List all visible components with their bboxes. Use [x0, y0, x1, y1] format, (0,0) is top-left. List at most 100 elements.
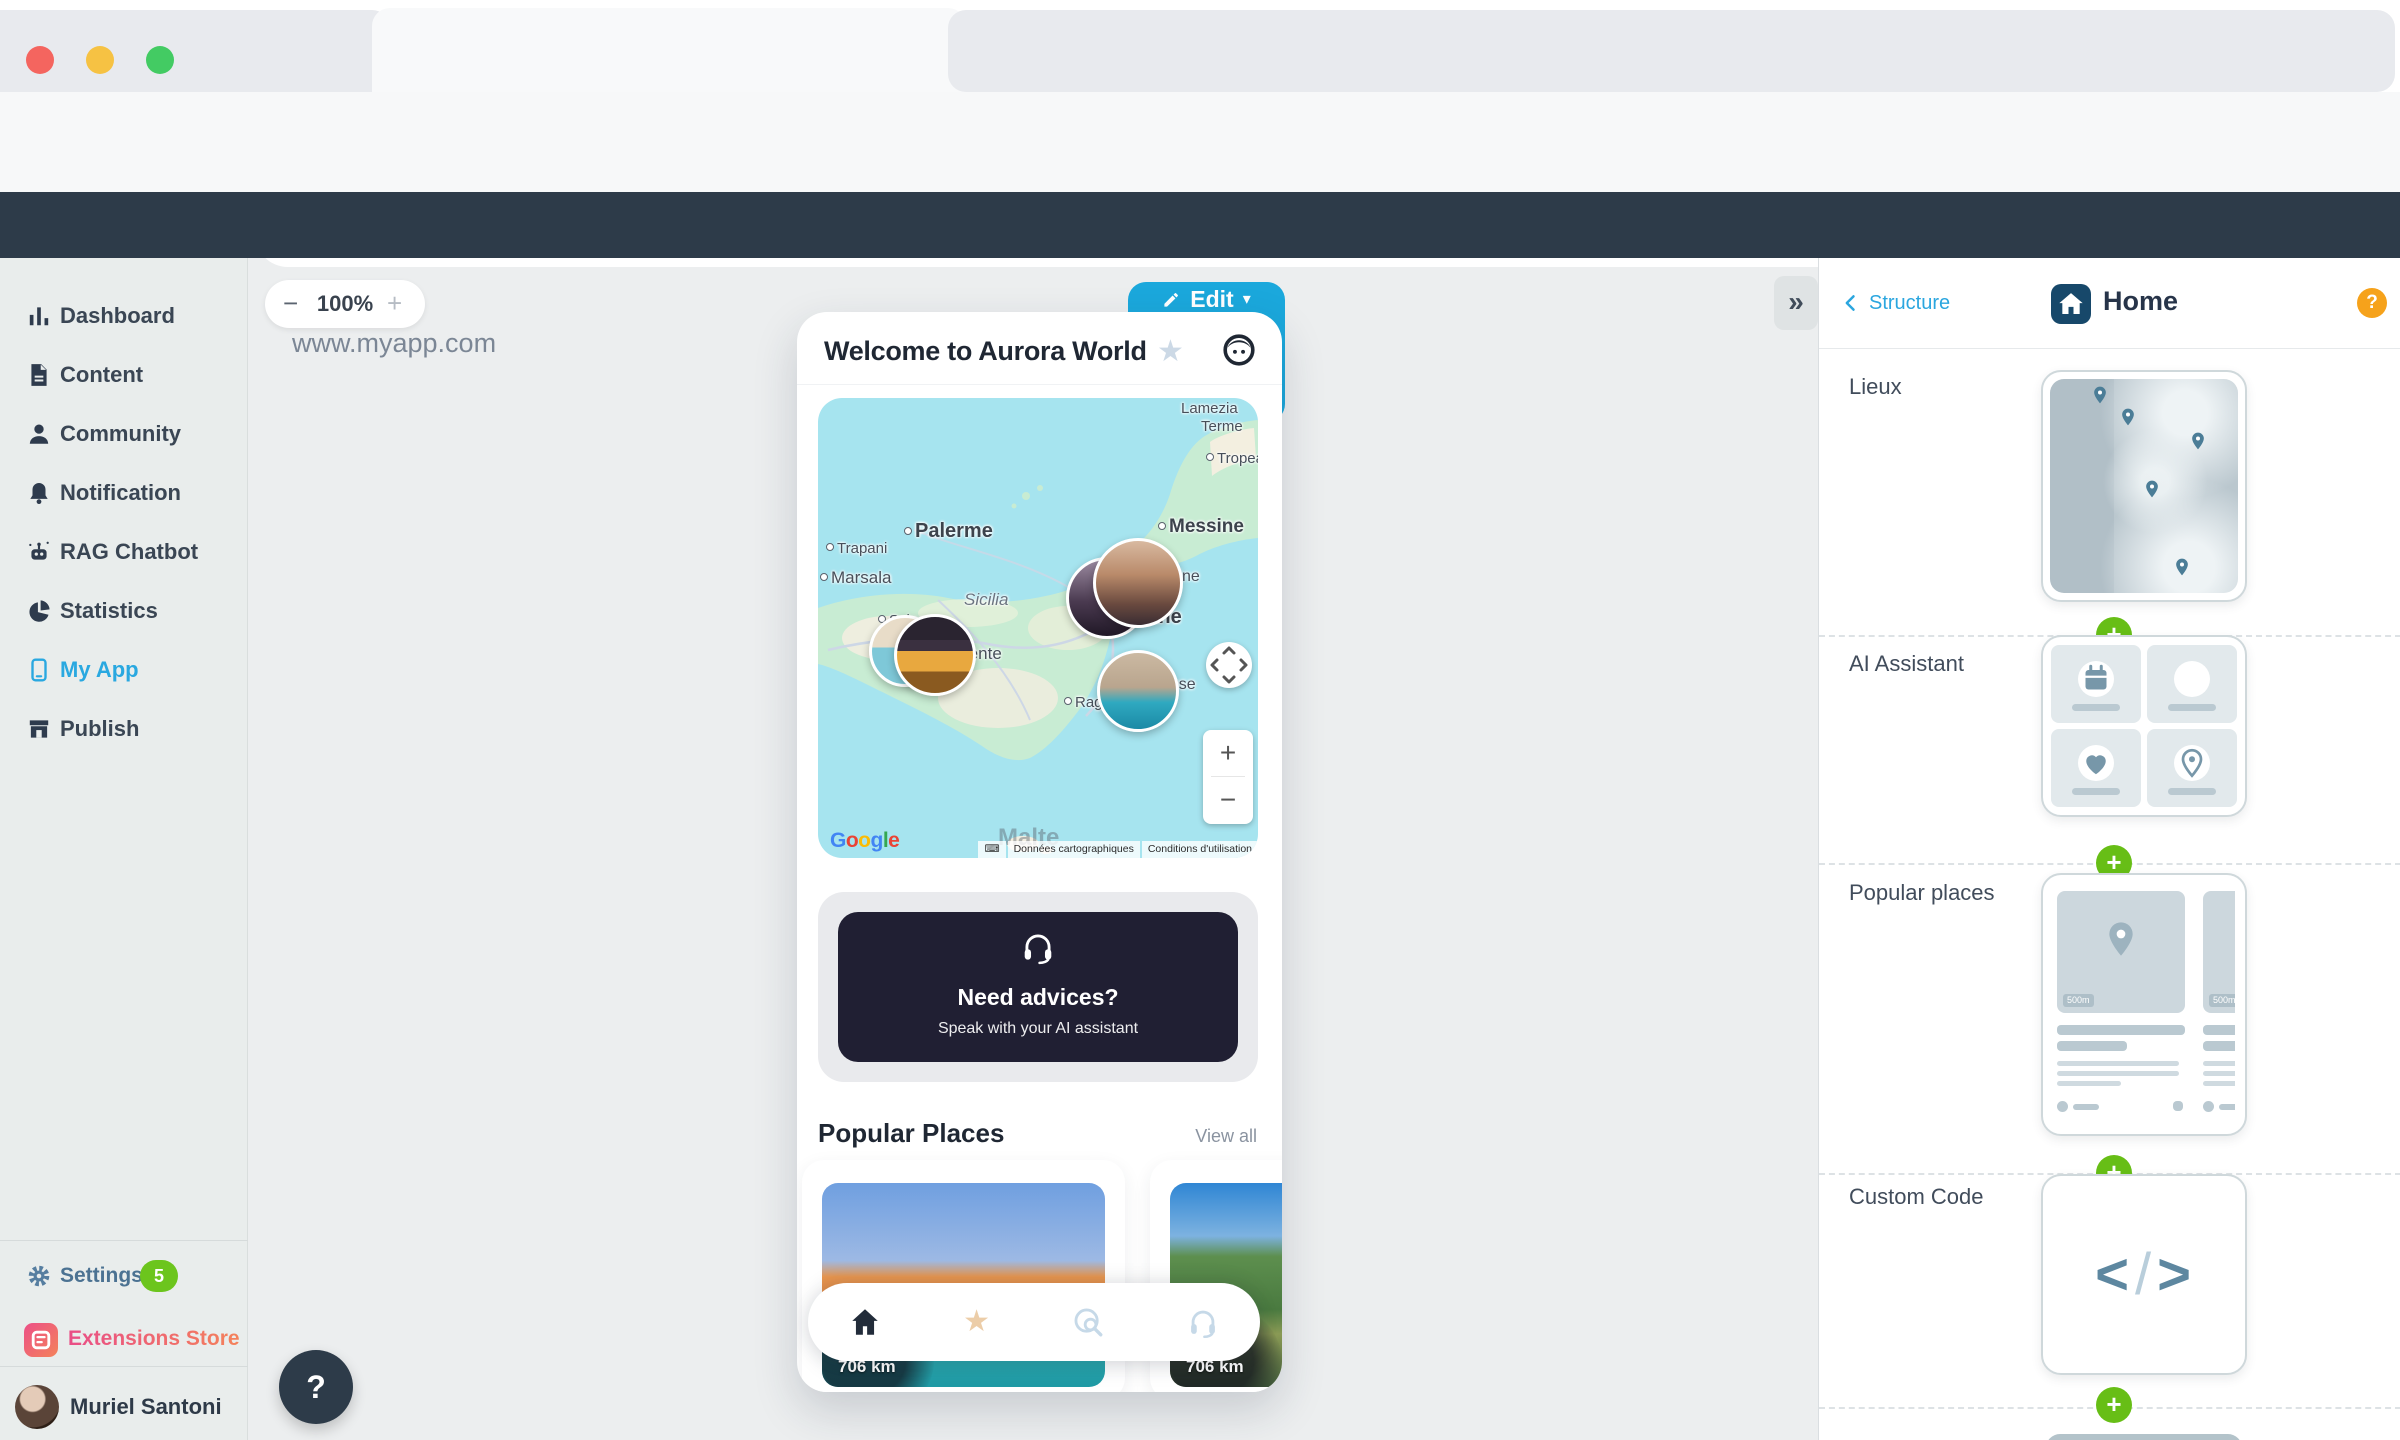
map-label: Terme	[1201, 418, 1243, 435]
map-label: Marsala	[820, 568, 891, 588]
map-terms-link[interactable]: Conditions d'utilisation	[1142, 841, 1258, 858]
edit-label: Edit	[1190, 286, 1233, 313]
phone-bottom-nav: ★	[808, 1283, 1260, 1361]
sidebar-item-label: Notification	[60, 469, 181, 517]
assistant-card[interactable]: Need advices? Speak with your AI assista…	[838, 912, 1238, 1062]
help-button[interactable]: ?	[279, 1350, 353, 1424]
storefront-icon	[26, 716, 52, 742]
sidebar-divider	[0, 1366, 248, 1367]
popular-places-preview: 500m 500m	[2053, 885, 2235, 1124]
favorite-star-icon[interactable]: ★	[1157, 334, 1184, 369]
pencil-icon	[1162, 290, 1181, 309]
code-icon: </>	[2043, 1176, 2245, 1373]
section-card-custom-code[interactable]: </>	[2041, 1174, 2247, 1375]
robot-icon	[26, 539, 52, 565]
sidebar: Dashboard Content Community Notification…	[0, 258, 248, 1440]
map-zoom-in-button[interactable]: +	[1203, 730, 1253, 776]
map-label: Tropea	[1206, 450, 1258, 467]
explore-search-nav-icon[interactable]	[1071, 1305, 1105, 1339]
distance-placeholder-badge: 500m	[2209, 994, 2235, 1007]
view-all-link[interactable]: View all	[1157, 1126, 1257, 1147]
sidebar-item-label: Statistics	[60, 587, 158, 635]
panel-collapse-button[interactable]: »	[1774, 276, 1818, 330]
map-label: Palerme	[904, 520, 993, 543]
popular-places-heading: Popular Places	[818, 1118, 1004, 1149]
browser-tab-active[interactable]	[372, 8, 966, 92]
add-block-button[interactable]: +	[2096, 1387, 2132, 1423]
assistant-card-title: Need advices?	[838, 984, 1238, 1011]
section-label-ai-assistant: AI Assistant	[1849, 651, 1964, 677]
assistant-section: Need advices? Speak with your AI assista…	[818, 892, 1258, 1082]
app-header: AURORA Preview	[0, 192, 2400, 258]
sidebar-item-publish[interactable]: Publish	[0, 705, 248, 753]
sidebar-item-settings[interactable]: Settings 5	[0, 1252, 248, 1300]
sidebar-divider	[0, 1240, 248, 1241]
back-to-structure-link[interactable]: Structure	[1841, 288, 1950, 318]
back-link-label: Structure	[1869, 292, 1950, 315]
chevron-down-icon: ▾	[1243, 289, 1251, 309]
minimize-window-button[interactable]	[86, 46, 114, 74]
bell-icon	[26, 480, 52, 506]
map-label: Lamezia	[1181, 400, 1238, 417]
favorites-nav-icon[interactable]: ★	[963, 1305, 990, 1339]
sidebar-item-label: Content	[60, 351, 143, 399]
assistant-card-subtitle: Speak with your AI assistant	[838, 1020, 1238, 1038]
profile-avatar-icon[interactable]	[1221, 332, 1257, 368]
phone-header-divider	[797, 384, 1282, 385]
person-icon	[26, 421, 52, 447]
sidebar-item-dashboard[interactable]: Dashboard	[0, 292, 248, 340]
phone-preview: Welcome to Aurora World ★	[797, 312, 1282, 1392]
map-photo-marker-syracuse[interactable]	[1097, 650, 1179, 732]
map-region-label: Sicilia	[964, 590, 1008, 610]
canvas-zoom-control: − 100% +	[265, 280, 425, 328]
sidebar-item-extensions-store[interactable]: Extensions Store	[0, 1315, 248, 1363]
chevron-left-icon	[1841, 293, 1861, 313]
sidebar-item-label: Publish	[60, 705, 139, 753]
section-label-lieux: Lieux	[1849, 374, 1902, 400]
panel-help-button[interactable]: ?	[2357, 288, 2387, 318]
sidebar-item-label: Dashboard	[60, 292, 175, 340]
sidebar-item-label: My App	[60, 646, 139, 694]
hash-icon	[2174, 661, 2210, 697]
keyboard-shortcuts-icon[interactable]: ⌨	[978, 841, 1005, 858]
pie-chart-icon	[26, 598, 52, 624]
map-pan-control[interactable]	[1206, 642, 1252, 688]
section-label-custom-code: Custom Code	[1849, 1184, 1984, 1210]
headset-icon	[1019, 928, 1057, 966]
map[interactable]: Lamezia Terme Tropea Messine Palerme Tra…	[818, 398, 1258, 858]
map-preview	[2050, 379, 2238, 593]
settings-badge: 5	[140, 1260, 178, 1292]
sidebar-item-label: Extensions Store	[68, 1315, 240, 1363]
browser-tab-strip	[0, 0, 2400, 92]
map-photo-marker-taormina[interactable]	[1093, 538, 1183, 628]
zoom-in-button[interactable]: +	[387, 280, 402, 328]
close-window-button[interactable]	[26, 46, 54, 74]
map-attribution: ⌨ Données cartographiques Conditions d'u…	[978, 841, 1258, 858]
smartphone-icon	[26, 657, 52, 683]
maximize-window-button[interactable]	[146, 46, 174, 74]
structure-panel: Structure Home ? Lieux + AI Assistant	[1818, 258, 2400, 1440]
sidebar-item-statistics[interactable]: Statistics	[0, 587, 248, 635]
sidebar-item-content[interactable]: Content	[0, 351, 248, 399]
section-label-popular-places: Popular places	[1849, 880, 1995, 906]
sidebar-item-my-app[interactable]: My App	[0, 646, 248, 694]
zoom-out-button[interactable]: −	[283, 280, 298, 328]
map-zoom-control: + −	[1203, 730, 1253, 824]
browser-tab-area[interactable]	[948, 10, 2395, 92]
section-card-popular-places[interactable]: 500m 500m	[2041, 873, 2247, 1136]
document-icon	[26, 362, 52, 388]
sidebar-item-notification[interactable]: Notification	[0, 469, 248, 517]
assistant-nav-icon[interactable]	[1186, 1305, 1220, 1339]
distance-placeholder-badge: 500m	[2063, 994, 2094, 1007]
home-nav-icon[interactable]	[848, 1305, 882, 1339]
tab-spacer-left	[0, 10, 390, 92]
section-card-ai-assistant[interactable]	[2041, 635, 2247, 817]
sidebar-item-rag-chatbot[interactable]: RAG Chatbot	[0, 528, 248, 576]
map-photo-marker-agrigento[interactable]	[894, 614, 976, 696]
map-data-link[interactable]: Données cartographiques	[1008, 841, 1140, 858]
section-card-lieux[interactable]	[2041, 370, 2247, 602]
user-avatar[interactable]	[15, 1385, 59, 1429]
sidebar-item-community[interactable]: Community	[0, 410, 248, 458]
user-name[interactable]: Muriel Santoni	[70, 1385, 222, 1429]
map-zoom-out-button[interactable]: −	[1203, 777, 1253, 823]
